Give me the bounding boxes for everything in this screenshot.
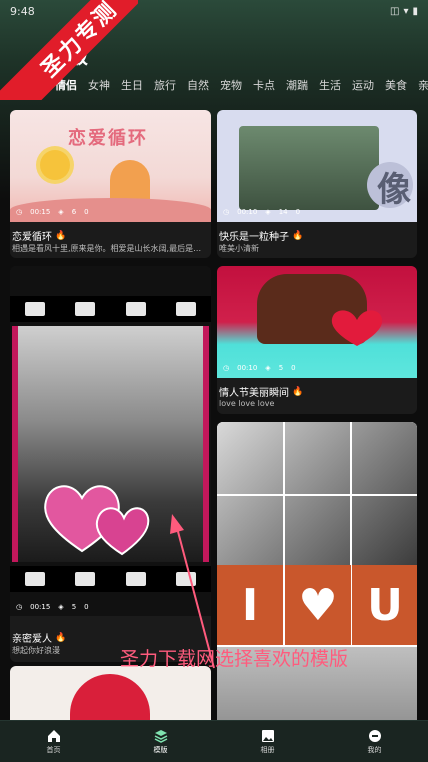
layer-count: 5 xyxy=(278,364,284,372)
status-icons: ◫ ▾ ▮ xyxy=(390,6,418,17)
template-thumbnail[interactable]: ◷ 00:10 ◈ 5 0 xyxy=(217,266,417,378)
wifi-icon: ▾ xyxy=(403,5,409,17)
tab-family[interactable]: 亲 xyxy=(418,76,428,96)
red-heart-illustration xyxy=(70,674,150,726)
template-thumbnail[interactable]: 像 ◷ 00:10 ◈ 14 0 xyxy=(217,110,417,222)
tab-beat[interactable]: 卡点 xyxy=(253,76,275,96)
template-thumbnail[interactable]: ◷ 00:15 ◈ 5 0 xyxy=(10,266,211,616)
tab-new-year[interactable]: 新年 xyxy=(22,76,44,96)
template-meta: ◷ 00:10 ◈ 14 0 xyxy=(223,208,300,216)
duration: 00:10 xyxy=(237,364,258,372)
sun-illustration xyxy=(40,150,70,180)
template-subtitle: 唯美小清新 xyxy=(219,244,259,253)
tab-birthday[interactable]: 生日 xyxy=(121,76,143,96)
layers-icon: ◈ xyxy=(265,208,271,216)
use-count: 0 xyxy=(84,603,89,611)
fire-icon: 🔥 xyxy=(292,386,304,397)
template-subtitle: 相遇是看风十里,原来是你。相爱是山长水阔,最后是… xyxy=(12,244,202,253)
clock-icon: ◷ xyxy=(16,208,23,216)
template-thumbnail[interactable]: I ♥ U xyxy=(217,422,417,762)
page-title: 模版 xyxy=(48,44,88,68)
heart-panel: ♥ xyxy=(285,565,351,645)
nav-album[interactable]: 相册 xyxy=(228,729,308,755)
battery-icon: ▮ xyxy=(412,5,418,17)
clock-icon: ◷ xyxy=(223,364,230,372)
nav-templates[interactable]: 模版 xyxy=(121,729,201,755)
layers-icon: ◈ xyxy=(58,603,64,611)
bridge-photo xyxy=(239,126,379,210)
heart-sticker-icon xyxy=(44,485,150,556)
use-count: 0 xyxy=(291,364,296,372)
template-meta: ◷ 00:15 ◈ 5 0 xyxy=(16,603,89,611)
template-title: 快乐是一粒种子 🔥 xyxy=(219,230,304,244)
tab-food[interactable]: 美食 xyxy=(385,76,407,96)
template-meta: ◷ 00:15 ◈ 6 0 xyxy=(16,208,89,216)
tab-sports[interactable]: 运动 xyxy=(352,76,374,96)
tab-trend[interactable]: 潮踹 xyxy=(286,76,308,96)
layers-icon xyxy=(154,729,168,743)
nav-templates-label: 模版 xyxy=(153,745,168,754)
template-thumbnail[interactable] xyxy=(10,666,211,726)
fire-icon: 🔥 xyxy=(55,230,67,241)
letter-u-panel: U xyxy=(352,565,417,645)
template-title: 情人节美丽瞬间 🔥 xyxy=(219,386,304,400)
tab-goddess[interactable]: 女神 xyxy=(88,76,110,96)
tab-life[interactable]: 生活 xyxy=(319,76,341,96)
vibrate-icon: ◫ xyxy=(390,5,400,17)
home-icon xyxy=(47,729,61,743)
clock-icon: ◷ xyxy=(223,208,230,216)
film-strip-bottom xyxy=(10,566,211,592)
nav-album-label: 相册 xyxy=(260,745,275,754)
letter-i-panel: I xyxy=(217,565,283,645)
template-title: 亲密爱人 🔥 xyxy=(12,632,67,646)
category-tabs: 新年 情侣 女神 生日 旅行 自然 宠物 卡点 潮踹 生活 运动 美食 亲 xyxy=(0,76,428,96)
use-count: 0 xyxy=(84,208,89,216)
layers-icon: ◈ xyxy=(265,364,271,372)
profile-icon xyxy=(368,729,382,743)
template-card[interactable]: I ♥ U xyxy=(217,422,417,762)
layer-count: 14 xyxy=(278,208,288,216)
fire-icon: 🔥 xyxy=(55,632,67,643)
clock-icon: ◷ xyxy=(16,603,23,611)
pink-border-left xyxy=(12,326,18,562)
status-time: 9:48 xyxy=(10,4,35,18)
tab-couple[interactable]: 情侣 xyxy=(55,76,77,96)
tab-nature[interactable]: 自然 xyxy=(187,76,209,96)
layers-icon: ◈ xyxy=(58,208,64,216)
image-icon xyxy=(261,729,275,743)
thumbnail-art-text: 恋爱循环 xyxy=(68,128,148,149)
use-count: 0 xyxy=(295,208,301,216)
template-card[interactable]: 恋爱循环 ◷ 00:15 ◈ 6 0 恋爱循环 🔥 相遇是看风十里,原来是你。相爱是山… xyxy=(10,110,211,258)
heart-sticker-icon xyxy=(331,310,383,346)
nav-home-label: 首页 xyxy=(46,745,61,754)
layer-count: 6 xyxy=(71,208,77,216)
overlay-caption: 圣力下载网选择喜欢的模版 xyxy=(120,648,349,670)
template-meta: ◷ 00:10 ◈ 5 0 xyxy=(223,364,296,372)
template-subtitle: love love love xyxy=(219,399,275,408)
nav-home[interactable]: 首页 xyxy=(14,729,94,755)
film-strip-top xyxy=(10,296,211,322)
layer-count: 5 xyxy=(71,603,77,611)
template-title: 恋爱循环 🔥 xyxy=(12,230,67,244)
thumbnail-art-text: 像 xyxy=(377,170,411,210)
pink-border-right xyxy=(203,326,209,562)
bottom-navigation: 首页 模版 相册 我的 xyxy=(0,720,428,762)
tab-travel[interactable]: 旅行 xyxy=(154,76,176,96)
duration: 00:15 xyxy=(30,208,51,216)
status-bar: 9:48 ◫ ▾ ▮ xyxy=(0,0,428,22)
nav-profile[interactable]: 我的 xyxy=(335,729,415,755)
template-card[interactable] xyxy=(10,666,211,726)
fire-icon: 🔥 xyxy=(292,230,304,241)
nav-profile-label: 我的 xyxy=(367,745,382,754)
template-thumbnail[interactable]: 恋爱循环 ◷ 00:15 ◈ 6 0 xyxy=(10,110,211,222)
tab-pets[interactable]: 宠物 xyxy=(220,76,242,96)
duration: 00:10 xyxy=(237,208,258,216)
template-card[interactable]: ◷ 00:10 ◈ 5 0 情人节美丽瞬间 🔥 love love love xyxy=(217,266,417,414)
template-card[interactable]: ◷ 00:15 ◈ 5 0 亲密爱人 🔥 想起你好浪漫 xyxy=(10,266,211,662)
duration: 00:15 xyxy=(30,603,51,611)
template-card[interactable]: 像 ◷ 00:10 ◈ 14 0 快乐是一粒种子 🔥 唯美小清新 xyxy=(217,110,417,258)
